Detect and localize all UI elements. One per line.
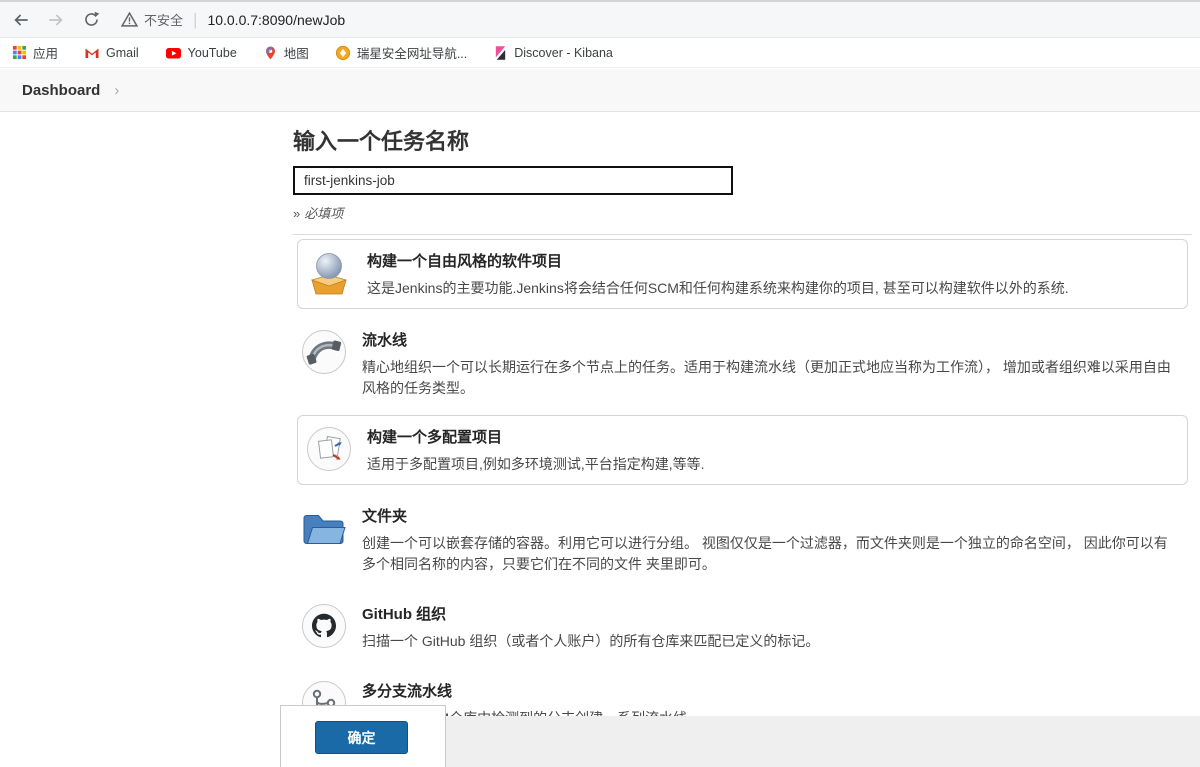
- job-type-github-organization[interactable]: GitHub 组织 扫描一个 GitHub 组织（或者个人账户）的所有仓库来匹配…: [293, 587, 1192, 664]
- apps-grid-icon: [12, 45, 27, 60]
- youtube-icon: [165, 47, 181, 58]
- kibana-icon: [496, 45, 506, 60]
- browser-toolbar: 不安全 | 10.0.0.7:8090/newJob: [0, 0, 1200, 38]
- job-name-input[interactable]: [293, 166, 733, 195]
- bookmark-label: 地图: [283, 47, 309, 61]
- job-type-description: 这是Jenkins的主要功能.Jenkins将会结合任何SCM和任何构建系统来构…: [367, 280, 1069, 296]
- browser-window: 不安全 | 10.0.0.7:8090/newJob 应用 Gmail YouT…: [0, 0, 1200, 767]
- job-type-freestyle-project[interactable]: 构建一个自由风格的软件项目 这是Jenkins的主要功能.Jenkins将会结合…: [297, 239, 1188, 309]
- required-field-note: » 必填项: [293, 203, 1192, 222]
- required-text: 必填项: [304, 206, 344, 221]
- job-type-text: GitHub 组织 扫描一个 GitHub 组织（或者个人账户）的所有仓库来匹配…: [362, 602, 825, 652]
- breadcrumb-chevron-icon[interactable]: ›: [114, 82, 119, 99]
- forward-arrow-icon: [49, 13, 63, 26]
- multi-configuration-icon: [307, 427, 351, 471]
- breadcrumb: Dashboard ›: [0, 69, 1200, 112]
- job-type-text: 流水线 精心地组织一个可以长期运行在多个节点上的任务。适用于构建流水线（更加正式…: [362, 328, 1185, 399]
- job-type-list: 构建一个自由风格的软件项目 这是Jenkins的主要功能.Jenkins将会结合…: [293, 234, 1192, 741]
- job-type-description: 扫描一个 GitHub 组织（或者个人账户）的所有仓库来匹配已定义的标记。: [362, 633, 820, 649]
- forward-button[interactable]: [42, 6, 70, 34]
- bookmark-label: 瑞星安全网址导航...: [356, 47, 468, 61]
- address-bar[interactable]: 不安全 | 10.0.0.7:8090/newJob: [121, 10, 345, 30]
- url-text: 10.0.0.7:8090/newJob: [207, 11, 346, 28]
- bookmark-rising-nav[interactable]: 瑞星安全网址导航...: [335, 43, 467, 62]
- job-type-folder[interactable]: 文件夹 创建一个可以嵌套存储的容器。利用它可以进行分组。 视图仅仅是一个过滤器，…: [293, 489, 1192, 587]
- address-separator: |: [193, 9, 198, 29]
- refresh-icon: [84, 11, 99, 26]
- bookmark-label: YouTube: [187, 45, 237, 60]
- security-label: 不安全: [144, 13, 184, 28]
- bookmark-label: Gmail: [106, 45, 139, 60]
- bottom-bar: 确定: [0, 705, 1200, 767]
- job-type-title: 构建一个自由风格的软件项目: [367, 253, 563, 270]
- page-title: 输入一个任务名称: [293, 129, 470, 154]
- refresh-button[interactable]: [77, 6, 105, 34]
- maps-pin-icon: [265, 46, 275, 59]
- gmail-icon: [85, 48, 99, 58]
- job-type-text: 文件夹 创建一个可以嵌套存储的容器。利用它可以进行分组。 视图仅仅是一个过滤器，…: [362, 504, 1185, 575]
- required-marker: »: [293, 206, 301, 221]
- bookmark-maps[interactable]: 地图: [263, 43, 309, 62]
- bookmark-youtube[interactable]: YouTube: [165, 45, 237, 61]
- breadcrumb-item-dashboard[interactable]: Dashboard: [22, 82, 100, 99]
- bookmark-label: 应用: [33, 47, 59, 61]
- job-type-title: GitHub 组织: [362, 606, 447, 623]
- job-type-title: 多分支流水线: [362, 683, 453, 700]
- pipeline-icon: [302, 330, 346, 374]
- job-type-text: 构建一个自由风格的软件项目 这是Jenkins的主要功能.Jenkins将会结合…: [367, 249, 1075, 299]
- job-type-description: 精心地组织一个可以长期运行在多个节点上的任务。适用于构建流水线（更加正式地应当称…: [362, 359, 1171, 396]
- back-arrow-icon: [14, 13, 28, 26]
- bookmark-kibana[interactable]: Discover - Kibana: [493, 45, 613, 61]
- job-type-title: 流水线: [362, 332, 408, 349]
- footer-gray-area: [446, 716, 1200, 767]
- back-button[interactable]: [7, 6, 35, 34]
- job-type-title: 文件夹: [362, 508, 408, 525]
- job-type-pipeline[interactable]: 流水线 精心地组织一个可以长期运行在多个节点上的任务。适用于构建流水线（更加正式…: [293, 313, 1192, 411]
- job-type-description: 适用于多配置项目,例如多环境测试,平台指定构建,等等.: [367, 456, 705, 472]
- ok-button-panel: 确定: [280, 705, 446, 767]
- bookmark-gmail[interactable]: Gmail: [84, 45, 139, 61]
- job-type-text: 构建一个多配置项目 适用于多配置项目,例如多环境测试,平台指定构建,等等.: [367, 425, 711, 475]
- github-organization-icon: [302, 604, 346, 648]
- new-job-page: 输入一个任务名称 »必填项: [280, 112, 1200, 767]
- job-type-multi-configuration[interactable]: 构建一个多配置项目 适用于多配置项目,例如多环境测试,平台指定构建,等等.: [297, 415, 1188, 485]
- bookmark-label: Discover - Kibana: [514, 45, 613, 60]
- freestyle-project-icon: [310, 253, 348, 295]
- folder-icon: [303, 515, 346, 544]
- job-type-description: 创建一个可以嵌套存储的容器。利用它可以进行分组。 视图仅仅是一个过滤器，而文件夹…: [362, 535, 1168, 572]
- job-type-title: 构建一个多配置项目: [367, 429, 503, 446]
- rising-icon: [335, 45, 350, 60]
- ok-button[interactable]: 确定: [315, 721, 408, 754]
- bookmarks-bar: 应用 Gmail YouTube 地图 瑞星安全网址导航... Discover…: [0, 38, 1200, 68]
- not-secure-warning-icon[interactable]: [121, 11, 138, 28]
- bookmark-apps[interactable]: 应用: [12, 43, 58, 62]
